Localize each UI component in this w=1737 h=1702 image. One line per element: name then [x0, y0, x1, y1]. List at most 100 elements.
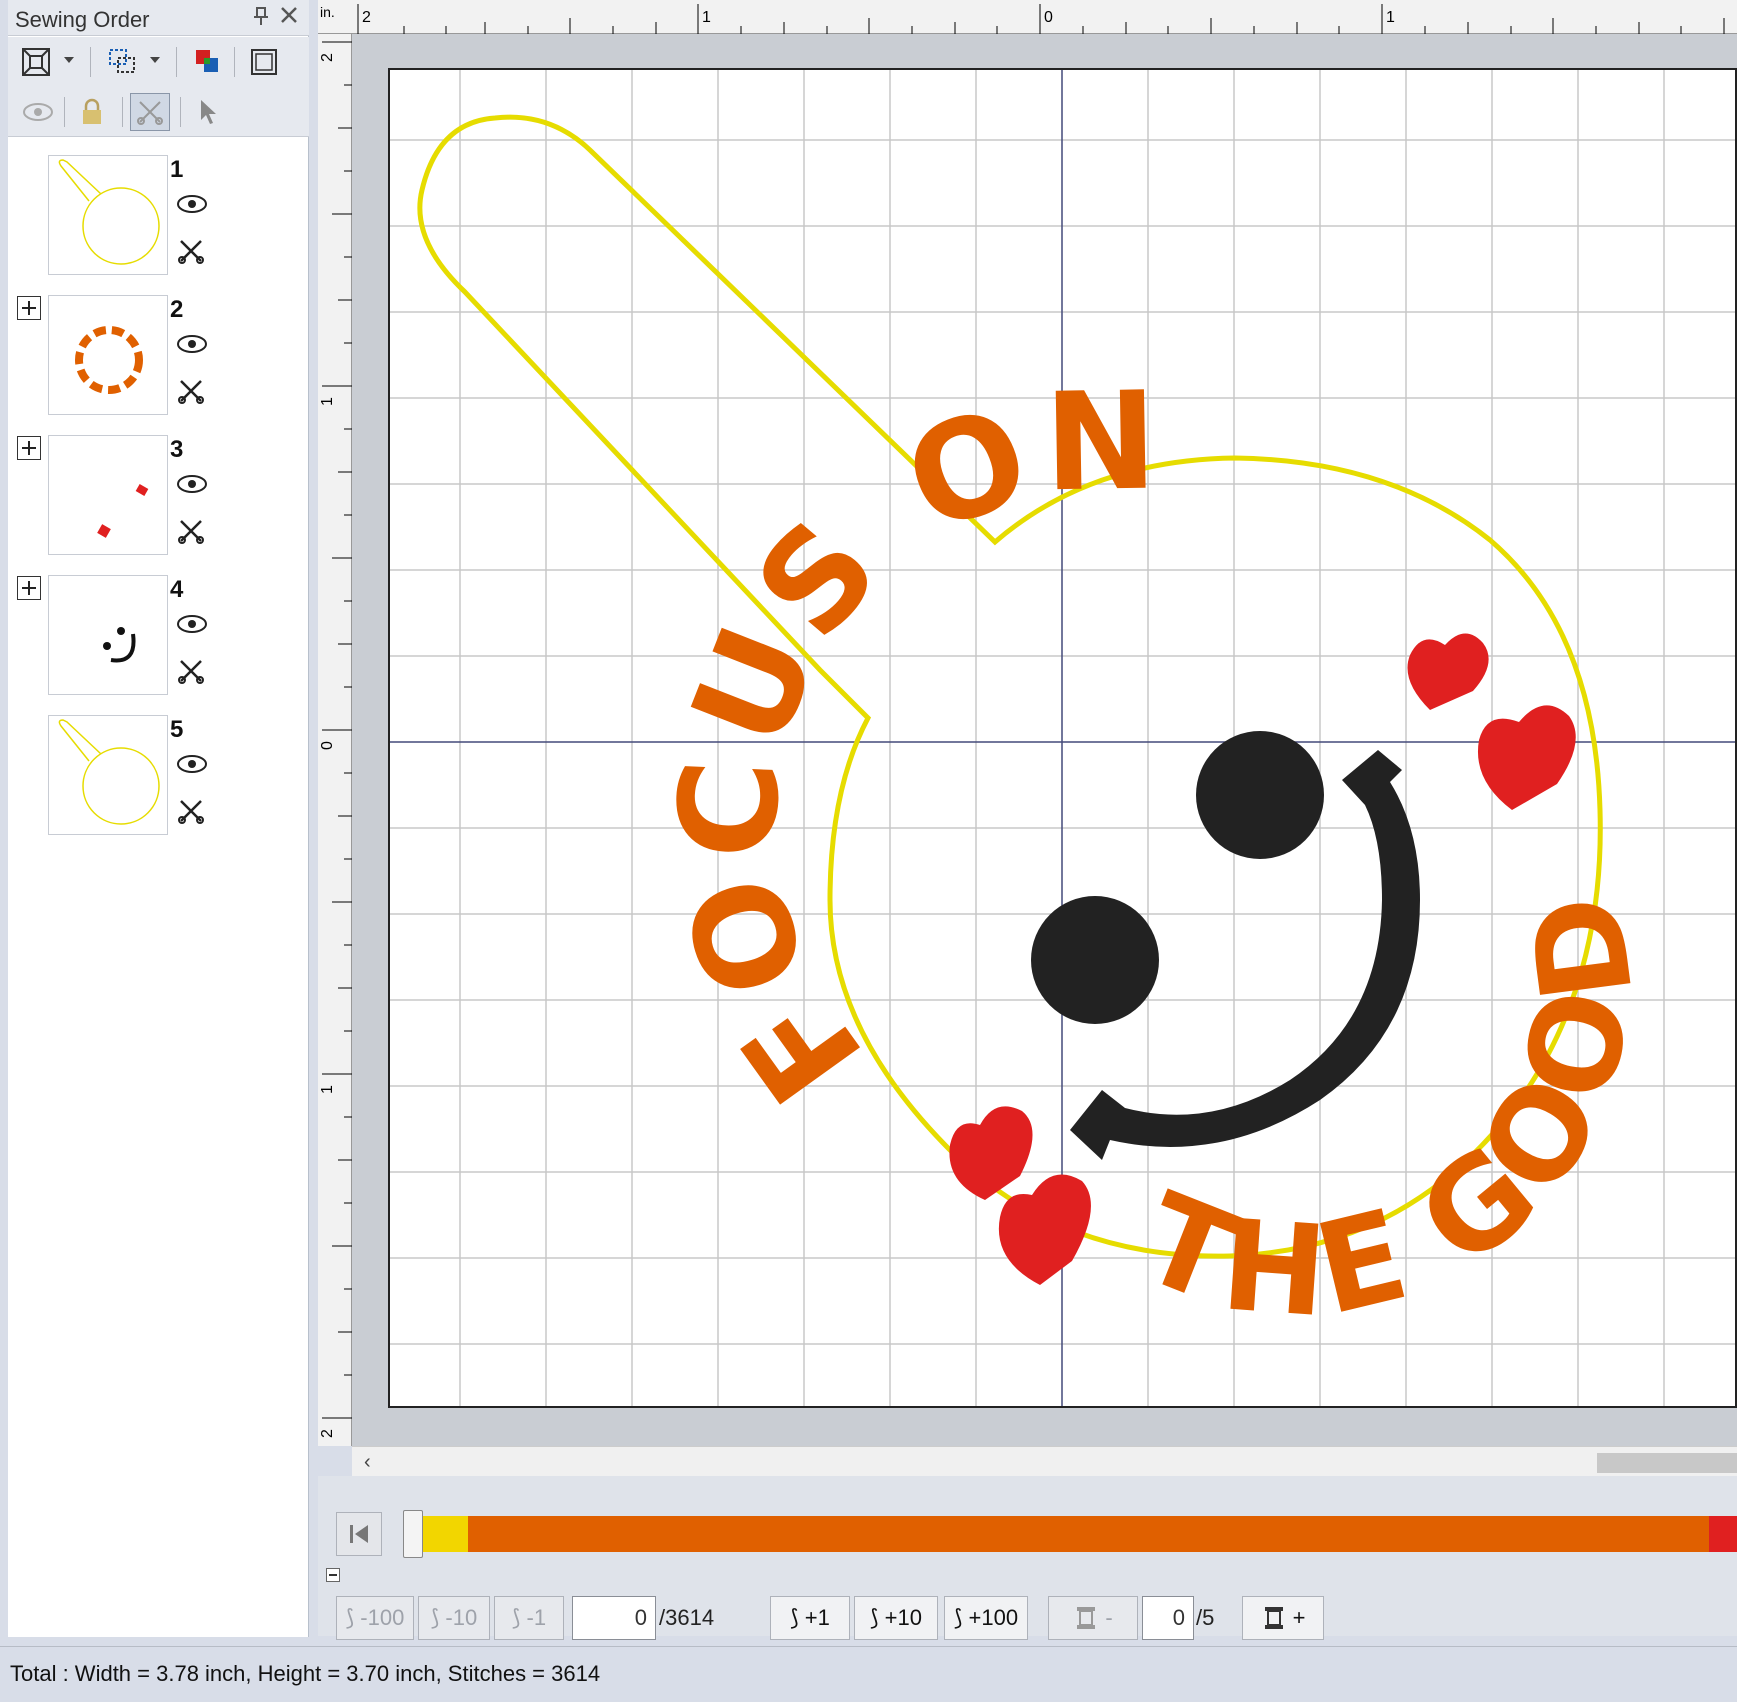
stitch-progress-bar[interactable] [412, 1516, 1737, 1552]
eye-icon[interactable] [176, 194, 208, 219]
trim-icon[interactable] [178, 658, 204, 689]
minus-100-button[interactable]: ⟆ -100 [336, 1596, 414, 1640]
button-label: +10 [884, 1605, 922, 1630]
panel-header: Sewing Order [8, 0, 309, 36]
frame-icon[interactable] [244, 43, 284, 81]
status-bar: Total : Width = 3.78 inch, Height = 3.70… [0, 1646, 1737, 1698]
sewing-item[interactable]: 4 [8, 570, 309, 710]
sewing-item[interactable]: 5 [8, 710, 309, 850]
eye-icon[interactable] [176, 754, 208, 779]
item-thumbnail [48, 715, 168, 835]
ruler-unit: in. [320, 4, 335, 20]
ruler-vertical: 2 1 0 1 2 [318, 34, 352, 1446]
status-text: Total : Width = 3.78 inch, Height = 3.70… [10, 1661, 601, 1686]
thread-spool-icon [1077, 1607, 1096, 1629]
item-thumbnail [48, 295, 168, 415]
needle-icon: ⟆ [430, 1605, 440, 1630]
ruler-label: 2 [362, 9, 371, 26]
app-window: Sewing Order 1 2 3 4 5 2 1 0 1 in. 2 1 0… [0, 0, 1737, 1702]
trim-icon[interactable] [178, 378, 204, 409]
progress-thumb[interactable] [403, 1510, 423, 1558]
group-icon[interactable] [102, 43, 142, 81]
panel-title: Sewing Order [15, 7, 150, 32]
item-number: 2 [170, 296, 184, 323]
color-number-input[interactable]: 0 [1142, 1596, 1194, 1640]
item-thumbnail [48, 435, 168, 555]
chevron-left-icon[interactable]: ‹ [364, 1451, 371, 1474]
previous-color-button[interactable]: - [1048, 1596, 1138, 1640]
needle-icon: ⟆ [345, 1605, 355, 1630]
collapse-icon[interactable] [326, 1568, 340, 1582]
expand-icon[interactable] [17, 436, 41, 460]
toolbar-divider [90, 47, 91, 77]
eye-icon[interactable] [18, 93, 58, 131]
button-label: -100 [360, 1605, 405, 1630]
hoop-frame[interactable]: FOCUS ON THE GOOD [388, 68, 1737, 1408]
needle-icon: ⟆ [790, 1605, 799, 1630]
total-stitches: /3614 [659, 1605, 715, 1630]
ruler-label: 2 [319, 1429, 336, 1438]
minus-1-button[interactable]: ⟆ -1 [494, 1596, 564, 1640]
toolbar-divider [64, 97, 65, 127]
button-label: - [1105, 1605, 1113, 1630]
smiley-face [1031, 731, 1420, 1160]
lock-icon[interactable] [72, 93, 112, 131]
chevron-down-icon[interactable] [150, 57, 160, 63]
go-first-button[interactable] [336, 1512, 382, 1556]
button-label: -1 [526, 1605, 547, 1630]
plus-100-button[interactable]: ⟆ +100 [944, 1596, 1028, 1640]
ruler-label: 1 [1386, 9, 1395, 26]
ruler-label: 2 [319, 53, 336, 62]
skip-back-icon [350, 1525, 368, 1543]
select-arrow-icon[interactable] [188, 93, 228, 131]
design-text: FOCUS ON THE GOOD [649, 362, 1656, 1345]
needle-icon: ⟆ [511, 1605, 521, 1630]
ruler-label: 1 [319, 1085, 336, 1094]
needle-icon: ⟆ [870, 1605, 879, 1630]
thread-spool-icon [1264, 1607, 1283, 1629]
design-canvas[interactable]: FOCUS ON THE GOOD [352, 34, 1737, 1446]
toolbar-divider [234, 47, 235, 77]
toolbar-divider [176, 47, 177, 77]
ruler-label: 1 [319, 397, 336, 406]
fit-view-icon[interactable] [16, 43, 56, 81]
sewing-item[interactable]: 2 [8, 290, 309, 430]
color-order-icon[interactable] [188, 43, 228, 81]
item-number: 3 [170, 436, 184, 463]
close-icon[interactable] [280, 6, 298, 30]
next-color-button[interactable]: + [1242, 1596, 1324, 1640]
panel-toolbar-bottom [8, 87, 309, 137]
plus-1-button[interactable]: ⟆ +1 [770, 1596, 850, 1640]
eye-icon[interactable] [176, 614, 208, 639]
progress-segment-red [1709, 1516, 1737, 1552]
sewing-item[interactable]: 3 [8, 430, 309, 570]
toolbar-divider [180, 97, 181, 127]
ruler-label: 0 [319, 741, 336, 750]
scrollbar-thumb[interactable] [1597, 1453, 1737, 1473]
ruler-label: 1 [702, 9, 711, 26]
button-label: +100 [968, 1605, 1019, 1630]
horizontal-scrollbar[interactable]: ‹ [352, 1446, 1737, 1476]
eye-icon[interactable] [176, 334, 208, 359]
item-thumbnail [48, 575, 168, 695]
sewing-item[interactable]: 1 [8, 150, 309, 290]
needle-icon: ⟆ [953, 1605, 963, 1630]
sewing-order-panel: Sewing Order 1 2 3 4 5 [8, 0, 309, 1637]
trim-icon[interactable] [130, 93, 170, 131]
plus-10-button[interactable]: ⟆ +10 [854, 1596, 938, 1640]
minus-10-button[interactable]: ⟆ -10 [418, 1596, 490, 1640]
item-number: 4 [170, 576, 184, 603]
toolbar-divider [122, 97, 123, 127]
expand-icon[interactable] [17, 296, 41, 320]
item-thumbnail [48, 155, 168, 275]
expand-icon[interactable] [17, 576, 41, 600]
stitch-number-input[interactable]: 0 [572, 1596, 656, 1640]
eye-icon[interactable] [176, 474, 208, 499]
trim-icon[interactable] [178, 238, 204, 269]
trim-icon[interactable] [178, 518, 204, 549]
chevron-down-icon[interactable] [64, 57, 74, 63]
trim-icon[interactable] [178, 798, 204, 829]
pin-icon[interactable] [253, 6, 269, 32]
item-number: 1 [170, 156, 184, 183]
total-colors: /5 [1196, 1605, 1215, 1630]
